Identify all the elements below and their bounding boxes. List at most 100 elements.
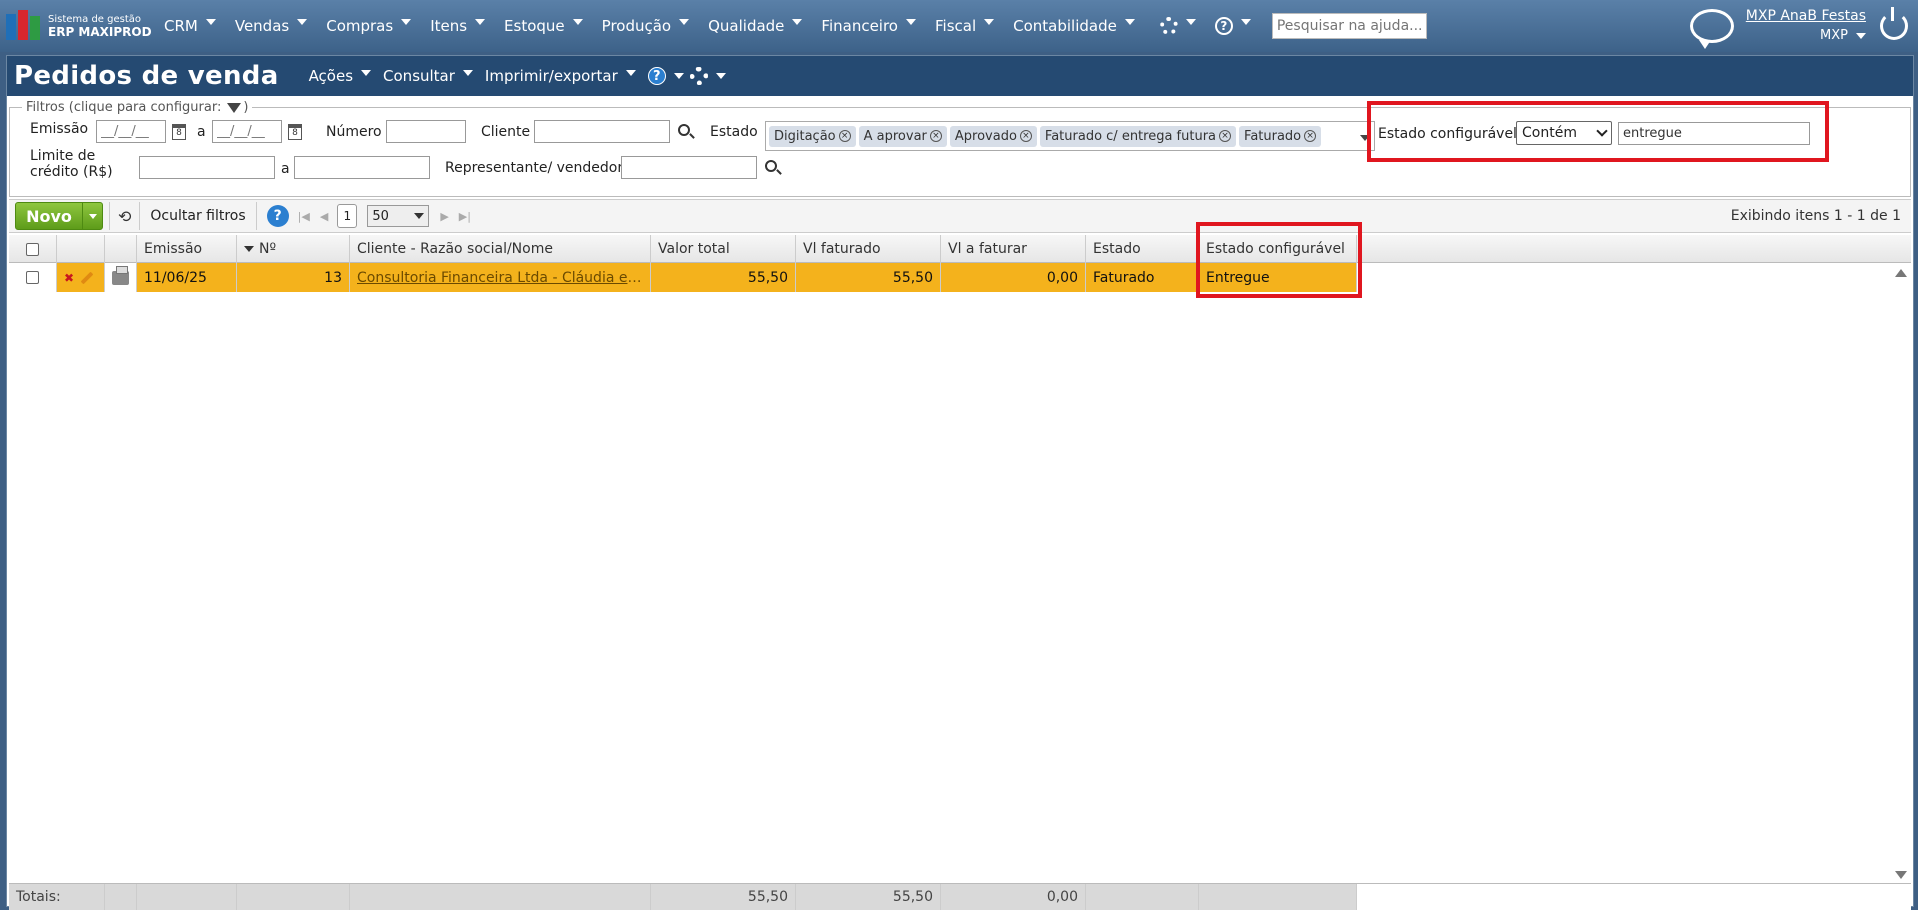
chevron-down-icon (792, 19, 803, 25)
first-page-icon[interactable]: |◀ (298, 210, 310, 223)
chat-icon[interactable] (1689, 9, 1734, 49)
calendar-icon[interactable]: 8 (288, 124, 302, 140)
col-vl-a-faturar[interactable]: Vl a faturar (941, 235, 1086, 263)
page-title-bar: Pedidos de venda Ações Consultar Imprimi… (7, 56, 1913, 96)
select-all-checkbox[interactable] (26, 242, 39, 256)
menu-help[interactable]: ? (1205, 0, 1260, 52)
cell-estado: Faturado (1086, 263, 1199, 292)
next-page-icon[interactable]: ▶ (440, 210, 448, 223)
menu-crm-label: CRM (164, 17, 198, 35)
app-logo[interactable]: Sistema de gestão ERP MAXIPROD (6, 10, 154, 42)
totals-filler (1357, 884, 1911, 910)
refresh-icon[interactable]: ⟲ (118, 207, 131, 226)
prev-page-icon[interactable]: ◀ (320, 210, 328, 223)
menu-itens[interactable]: Itens (420, 0, 494, 52)
menu-estoque[interactable]: Estoque (494, 0, 592, 52)
help-icon: ? (647, 67, 666, 85)
user-name-link[interactable]: MXP AnaB Festas (1746, 6, 1866, 26)
chevron-down-icon[interactable] (1360, 135, 1370, 141)
col-estado[interactable]: Estado (1086, 235, 1199, 263)
totals-empty (350, 884, 651, 910)
estado-configuravel-operator-select[interactable]: Contém (1516, 121, 1612, 145)
novo-dropdown-toggle[interactable] (82, 203, 102, 229)
logo-text: Sistema de gestão ERP MAXIPROD (48, 13, 152, 39)
col-cliente[interactable]: Cliente - Razão social/Nome (350, 235, 651, 263)
filters-legend[interactable]: Filtros (clique para configurar: ) (22, 100, 253, 115)
page-settings-menu[interactable] (684, 67, 726, 85)
help-icon[interactable]: ? (266, 205, 289, 227)
company-selector[interactable]: MXP (1746, 26, 1866, 46)
col-emissao[interactable]: Emissão (137, 235, 237, 263)
col-numero-label: Nº (259, 241, 277, 257)
estado-chip[interactable]: Faturado × (1239, 125, 1322, 147)
totals-empty (1086, 884, 1199, 910)
search-icon[interactable] (678, 124, 690, 136)
menu-acoes-label: Ações (308, 67, 354, 85)
funnel-icon[interactable] (227, 102, 242, 113)
estado-chip[interactable]: Digitação × (769, 125, 856, 147)
col-valor-total[interactable]: Valor total (651, 235, 796, 263)
chevron-down-icon (462, 70, 473, 76)
menu-fiscal[interactable]: Fiscal (925, 0, 1003, 52)
menu-vendas[interactable]: Vendas (225, 0, 316, 52)
cliente-link[interactable]: Consultoria Financeira Ltda - Cláudia e … (357, 270, 643, 286)
menu-producao[interactable]: Produção (592, 0, 698, 52)
limite-end-input[interactable] (294, 156, 430, 179)
cliente-input[interactable] (534, 120, 670, 143)
close-icon[interactable]: × (1304, 130, 1317, 142)
menu-financeiro[interactable]: Financeiro (811, 0, 925, 52)
chevron-down-icon (1185, 19, 1196, 25)
page-help-menu[interactable]: ? (647, 67, 684, 85)
menu-contabilidade[interactable]: Contabilidade (1003, 0, 1144, 52)
printer-icon[interactable] (112, 265, 129, 285)
emissao-start-input[interactable] (96, 120, 166, 143)
scroll-down-icon[interactable] (1895, 871, 1907, 879)
limite-start-input[interactable] (139, 156, 275, 179)
row-checkbox[interactable] (26, 271, 39, 284)
estado-configuravel-value-input[interactable] (1618, 122, 1810, 145)
menu-consultar[interactable]: Consultar (383, 67, 473, 85)
close-icon[interactable]: × (929, 130, 942, 142)
menu-qualidade[interactable]: Qualidade (698, 0, 811, 52)
menu-imprimir-exportar[interactable]: Imprimir/exportar (485, 67, 636, 85)
col-numero[interactable]: Nº (237, 235, 350, 263)
scroll-up-icon[interactable] (1895, 269, 1907, 277)
totals-empty (137, 884, 237, 910)
limite-label-line-2: crédito (R$) (30, 164, 113, 180)
estado-chip[interactable]: Aprovado × (949, 125, 1037, 147)
table-row[interactable]: ✖ 11/06/25 13 Consultoria Financeira Ltd… (9, 263, 1911, 292)
orders-grid: Emissão Nº Cliente - Razão social/Nome V… (9, 235, 1911, 910)
delete-icon[interactable]: ✖ (64, 271, 74, 285)
power-icon[interactable] (1880, 7, 1908, 40)
edit-icon[interactable] (80, 271, 94, 284)
estado-chip[interactable]: Faturado c/ entrega futura × (1039, 125, 1237, 147)
estado-multiselect[interactable]: Digitação × A aprovar × Aprovado × Faturado… (765, 121, 1375, 151)
totals-empty (1199, 884, 1357, 910)
page-size-select[interactable]: 50 (367, 205, 430, 227)
hide-filters-button[interactable]: Ocultar filtros (150, 208, 245, 224)
numero-input[interactable] (386, 120, 466, 143)
limite-label-line-1: Limite de (30, 148, 96, 164)
chevron-down-icon (1856, 33, 1866, 39)
calendar-icon[interactable]: 8 (172, 124, 186, 140)
search-icon[interactable] (765, 160, 777, 172)
page-number-input[interactable]: 1 (337, 204, 358, 228)
help-icon: ? (1214, 17, 1233, 35)
help-search-input[interactable] (1271, 13, 1427, 39)
last-page-icon[interactable]: ▶| (459, 210, 471, 223)
col-vl-faturado[interactable]: Vl faturado (796, 235, 941, 263)
menu-settings[interactable] (1144, 0, 1205, 52)
menu-acoes[interactable]: Ações (308, 67, 372, 85)
estado-chip[interactable]: A aprovar × (858, 125, 947, 147)
close-icon[interactable]: × (1219, 130, 1232, 142)
representante-input[interactable] (621, 156, 757, 179)
close-icon[interactable]: × (838, 130, 851, 142)
col-estado-configuravel[interactable]: Estado configurável (1199, 235, 1357, 263)
emissao-end-input[interactable] (212, 120, 282, 143)
novo-button[interactable]: Novo (15, 202, 103, 230)
select-all-cell (9, 235, 57, 263)
close-icon[interactable]: × (1019, 130, 1032, 142)
menu-crm[interactable]: CRM (154, 0, 225, 52)
estado-chip-label: Digitação (774, 128, 836, 144)
menu-compras[interactable]: Compras (316, 0, 420, 52)
